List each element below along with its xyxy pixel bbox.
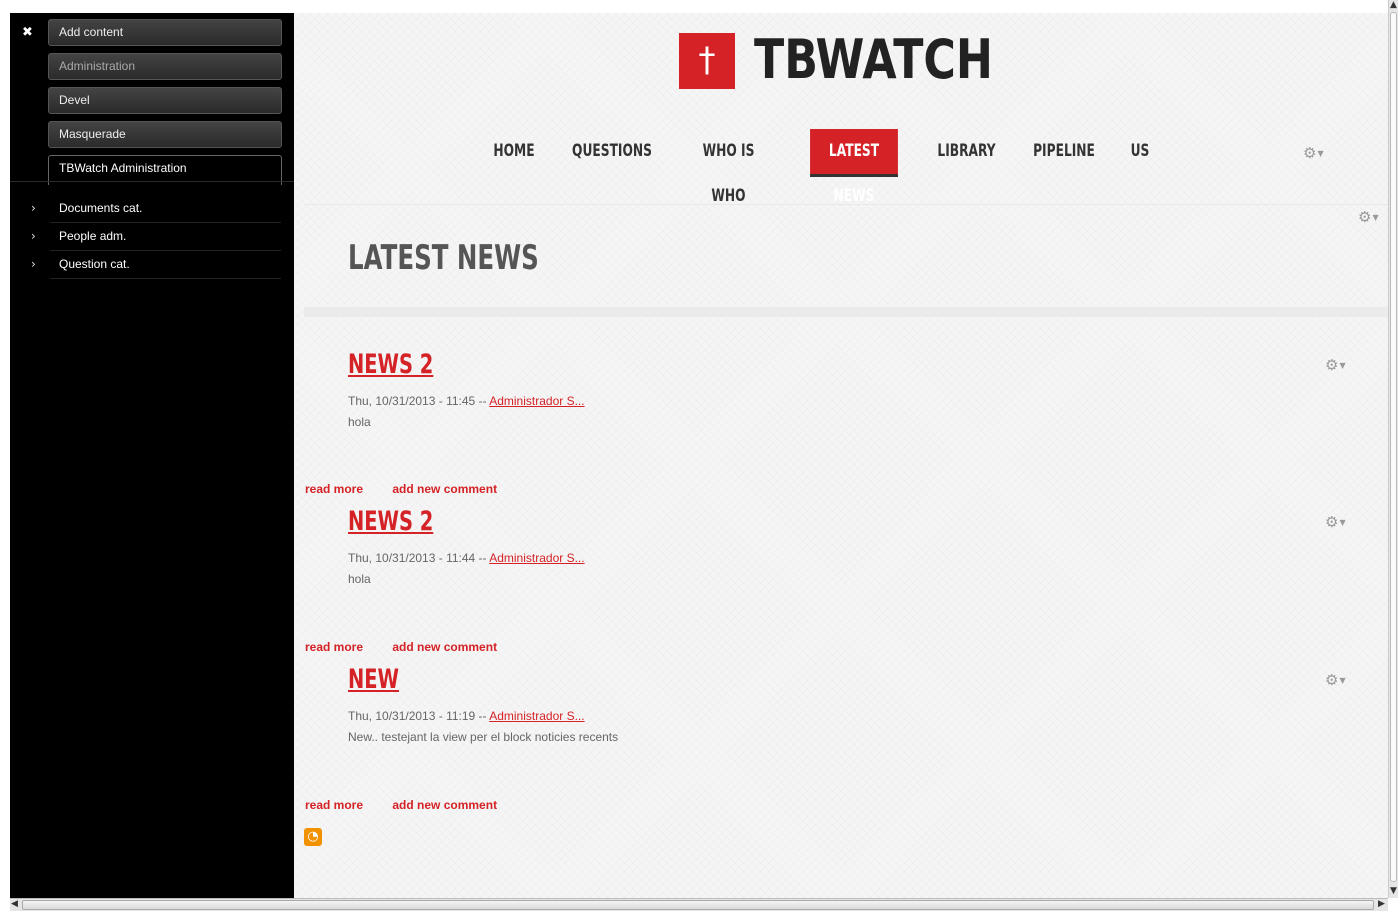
gear-icon[interactable]: ⚙▼ <box>1325 513 1346 531</box>
tab-divider <box>10 181 294 182</box>
news-body: hola <box>348 415 371 429</box>
read-more-link[interactable]: read more <box>305 798 363 812</box>
news-item: NEW Thu, 10/31/2013 - 11:19 -- Administr… <box>348 663 1348 744</box>
news-meta: Thu, 10/31/2013 - 11:19 -- Administrador… <box>348 709 1348 723</box>
news-item: NEWS 2 Thu, 10/31/2013 - 11:45 -- Admini… <box>348 348 1348 429</box>
news-links: read more add new comment <box>305 482 523 496</box>
shortcut-label: People adm. <box>59 229 127 243</box>
chevron-right-icon: › <box>31 201 36 215</box>
news-item: NEWS 2 Thu, 10/31/2013 - 11:44 -- Admini… <box>348 505 1348 586</box>
toolbar-tabs: Add content Administration Devel Masquer… <box>48 19 282 192</box>
news-title-link[interactable]: NEWS 2 <box>348 348 433 382</box>
nav-pipeline[interactable]: PIPELINE <box>1028 129 1100 177</box>
close-toolbar-icon[interactable]: ✖ <box>22 25 33 40</box>
shortcut-documents-cat[interactable]: › Documents cat. <box>10 195 294 223</box>
page-title: LATEST NEWS <box>348 238 539 278</box>
site-name[interactable]: TBWATCH <box>754 28 993 92</box>
news-links: read more add new comment <box>305 640 523 654</box>
gear-icon[interactable]: ⚙▼ <box>1358 208 1379 226</box>
site-logo[interactable]: † <box>679 33 735 89</box>
nav-questions[interactable]: QUESTIONS <box>572 129 653 177</box>
header-divider <box>304 204 1388 205</box>
admin-toolbar: ✖ Add content Administration Devel Masqu… <box>10 13 294 898</box>
tab-devel[interactable]: Devel <box>48 87 282 114</box>
news-date: Thu, 10/31/2013 - 11:44 -- <box>348 551 490 565</box>
title-divider <box>304 307 1388 317</box>
chevron-right-icon: › <box>31 257 36 271</box>
shortcut-question-cat[interactable]: › Question cat. <box>10 251 294 279</box>
browser-viewport: ✖ Add content Administration Devel Masqu… <box>10 13 1388 898</box>
rss-feed-icon[interactable]: ◔ <box>304 828 322 846</box>
scroll-down-icon[interactable]: ▼ <box>1390 886 1397 896</box>
news-body: hola <box>348 572 371 586</box>
scroll-left-icon[interactable]: ◀ <box>11 899 18 909</box>
horizontal-scrollbar[interactable]: ◀ ▶ <box>10 898 1388 911</box>
gear-icon[interactable]: ⚙▼ <box>1303 144 1324 162</box>
nav-us[interactable]: US <box>1120 129 1160 177</box>
read-more-link[interactable]: read more <box>305 640 363 654</box>
author-link[interactable]: Administrador S... <box>489 394 584 408</box>
news-title-link[interactable]: NEW <box>348 663 399 697</box>
chevron-right-icon: › <box>31 229 36 243</box>
author-link[interactable]: Administrador S... <box>489 709 584 723</box>
main-nav: HOME QUESTIONS WHO IS WHO LATEST NEWS LI… <box>472 129 1152 206</box>
nav-who-is-who[interactable]: WHO IS WHO <box>685 129 772 206</box>
horizontal-scroll-thumb[interactable] <box>22 900 1374 910</box>
divider <box>50 278 281 279</box>
news-links: read more add new comment <box>305 798 523 812</box>
read-more-link[interactable]: read more <box>305 482 363 496</box>
tab-administration[interactable]: Administration <box>48 53 282 80</box>
nav-home[interactable]: HOME <box>484 129 544 177</box>
news-body: New.. testejant la view per el block not… <box>348 730 619 744</box>
shortcut-list: › Documents cat. › People adm. › Questio… <box>10 195 294 279</box>
add-comment-link[interactable]: add new comment <box>392 798 497 812</box>
gear-icon[interactable]: ⚙▼ <box>1325 356 1346 374</box>
tab-masquerade[interactable]: Masquerade <box>48 121 282 148</box>
main-content: † TBWATCH HOME QUESTIONS WHO IS WHO LATE… <box>294 13 1388 898</box>
nav-library[interactable]: LIBRARY <box>932 129 1000 177</box>
vertical-scrollbar[interactable]: ▲ ▼ <box>1388 0 1398 898</box>
news-date: Thu, 10/31/2013 - 11:45 -- <box>348 394 490 408</box>
gear-icon[interactable]: ⚙▼ <box>1325 671 1346 689</box>
add-comment-link[interactable]: add new comment <box>392 640 497 654</box>
shortcut-people-adm[interactable]: › People adm. <box>10 223 294 251</box>
news-meta: Thu, 10/31/2013 - 11:45 -- Administrador… <box>348 394 1348 408</box>
add-comment-link[interactable]: add new comment <box>392 482 497 496</box>
shortcut-label: Documents cat. <box>59 201 143 215</box>
news-title-link[interactable]: NEWS 2 <box>348 505 433 539</box>
author-link[interactable]: Administrador S... <box>489 551 584 565</box>
shortcut-label: Question cat. <box>59 257 130 271</box>
news-date: Thu, 10/31/2013 - 11:19 -- <box>348 709 490 723</box>
scroll-right-icon[interactable]: ▶ <box>1378 899 1385 909</box>
news-meta: Thu, 10/31/2013 - 11:44 -- Administrador… <box>348 551 1348 565</box>
nav-latest-news[interactable]: LATEST NEWS <box>810 129 898 206</box>
tab-add-content[interactable]: Add content <box>48 19 282 46</box>
scroll-up-icon[interactable]: ▲ <box>1390 0 1397 10</box>
vertical-scroll-thumb[interactable] <box>1390 12 1397 882</box>
